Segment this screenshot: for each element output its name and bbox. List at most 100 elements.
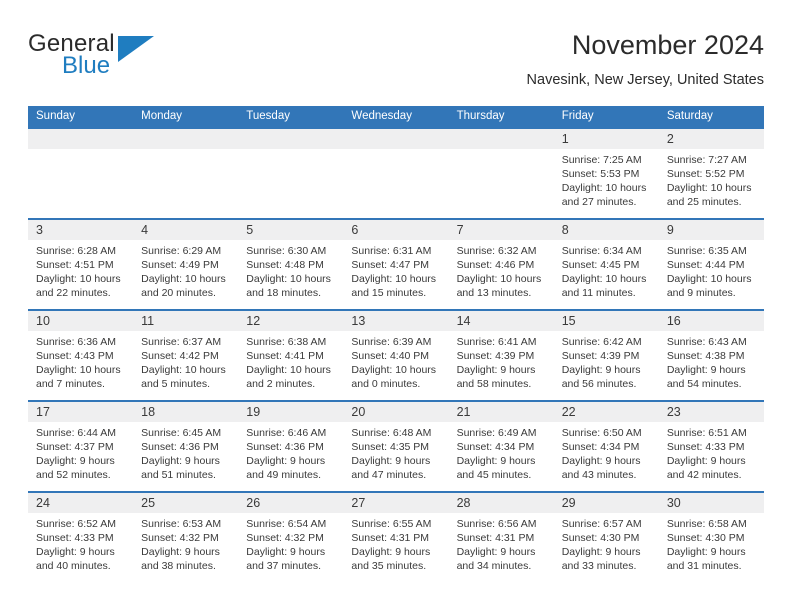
- day-detail-band: Sunrise: 7:25 AM Sunset: 5:53 PM Dayligh…: [28, 149, 764, 218]
- day-cell[interactable]: Sunrise: 6:38 AM Sunset: 4:41 PM Dayligh…: [238, 331, 343, 400]
- sunset-text: Sunset: 5:53 PM: [561, 168, 640, 180]
- day-number-band: 10 11 12 13 14 15 16: [28, 311, 764, 331]
- day-number: 2: [666, 132, 674, 146]
- day-cell[interactable]: Sunrise: 6:34 AM Sunset: 4:45 PM Dayligh…: [554, 240, 659, 309]
- daylight-text-line1: Daylight: 9 hours: [36, 455, 115, 467]
- day-number: [238, 129, 343, 149]
- sunrise-text: Sunrise: 6:56 AM: [456, 518, 537, 530]
- day-number: 14: [456, 314, 471, 328]
- day-cell[interactable]: Sunrise: 6:44 AM Sunset: 4:37 PM Dayligh…: [28, 422, 133, 491]
- calendar-week-row: 3 4 5 6 7 8 9 Sunrise: 6:28 AM Sunset: 4…: [28, 218, 764, 309]
- daylight-text-line2: and 18 minutes.: [246, 287, 321, 299]
- day-cell[interactable]: Sunrise: 6:30 AM Sunset: 4:48 PM Dayligh…: [238, 240, 343, 309]
- sunrise-text: Sunrise: 6:45 AM: [141, 427, 222, 439]
- daylight-text-line2: and 38 minutes.: [141, 560, 216, 572]
- sunset-text: Sunset: 4:30 PM: [666, 532, 745, 544]
- sunrise-text: Sunrise: 6:41 AM: [456, 336, 537, 348]
- day-cell[interactable]: Sunrise: 6:54 AM Sunset: 4:32 PM Dayligh…: [238, 513, 343, 582]
- day-cell[interactable]: Sunrise: 6:35 AM Sunset: 4:44 PM Dayligh…: [659, 240, 764, 309]
- day-cell[interactable]: Sunrise: 6:42 AM Sunset: 4:39 PM Dayligh…: [554, 331, 659, 400]
- day-number: 7: [456, 223, 464, 237]
- day-cell[interactable]: Sunrise: 6:53 AM Sunset: 4:32 PM Dayligh…: [133, 513, 238, 582]
- calendar-week-row: 1 2 Sunrise: 7:25 AM Sunset: 5:53 PM Day…: [28, 127, 764, 218]
- daylight-text-line1: Daylight: 9 hours: [246, 546, 326, 558]
- day-cell[interactable]: Sunrise: 6:31 AM Sunset: 4:47 PM Dayligh…: [343, 240, 448, 309]
- sunrise-text: Sunrise: 6:58 AM: [666, 518, 747, 530]
- general-blue-logo[interactable]: General Blue: [28, 30, 248, 92]
- daylight-text-line1: Daylight: 9 hours: [141, 546, 220, 558]
- day-cell[interactable]: Sunrise: 6:56 AM Sunset: 4:31 PM Dayligh…: [449, 513, 554, 582]
- day-cell[interactable]: Sunrise: 6:43 AM Sunset: 4:38 PM Dayligh…: [659, 331, 764, 400]
- calendar-week-row: 24 25 26 27 28 29 30 Sunrise: 6:52 AM Su…: [28, 491, 764, 582]
- sunrise-text: Sunrise: 6:38 AM: [246, 336, 327, 348]
- sunrise-text: Sunrise: 6:36 AM: [36, 336, 116, 348]
- sunset-text: Sunset: 4:34 PM: [561, 441, 640, 453]
- daylight-text-line2: and 13 minutes.: [456, 287, 532, 299]
- day-cell[interactable]: Sunrise: 6:51 AM Sunset: 4:33 PM Dayligh…: [659, 422, 764, 491]
- day-cell[interactable]: Sunrise: 6:50 AM Sunset: 4:34 PM Dayligh…: [554, 422, 659, 491]
- day-cell[interactable]: Sunrise: 6:45 AM Sunset: 4:36 PM Dayligh…: [133, 422, 238, 491]
- day-cell[interactable]: Sunrise: 6:46 AM Sunset: 4:36 PM Dayligh…: [238, 422, 343, 491]
- day-cell[interactable]: Sunrise: 6:52 AM Sunset: 4:33 PM Dayligh…: [28, 513, 133, 582]
- sunrise-text: Sunrise: 6:57 AM: [561, 518, 642, 530]
- day-cell[interactable]: Sunrise: 6:32 AM Sunset: 4:46 PM Dayligh…: [449, 240, 554, 309]
- day-cell[interactable]: Sunrise: 6:55 AM Sunset: 4:31 PM Dayligh…: [343, 513, 448, 582]
- sunrise-text: Sunrise: 6:42 AM: [561, 336, 642, 348]
- daylight-text-line2: and 45 minutes.: [456, 469, 532, 481]
- sunset-text: Sunset: 4:36 PM: [141, 441, 219, 453]
- daylight-text-line2: and 51 minutes.: [141, 469, 216, 481]
- daylight-text-line2: and 58 minutes.: [456, 378, 532, 390]
- sunset-text: Sunset: 4:49 PM: [141, 259, 219, 271]
- daylight-text-line2: and 22 minutes.: [36, 287, 111, 299]
- day-number: 28: [456, 496, 471, 510]
- sunrise-sunset-calendar: Sunday Monday Tuesday Wednesday Thursday…: [28, 106, 764, 582]
- day-cell[interactable]: [238, 149, 343, 218]
- day-cell[interactable]: Sunrise: 6:39 AM Sunset: 4:40 PM Dayligh…: [343, 331, 448, 400]
- day-cell[interactable]: Sunrise: 6:29 AM Sunset: 4:49 PM Dayligh…: [133, 240, 238, 309]
- sunrise-text: Sunrise: 7:25 AM: [561, 154, 642, 166]
- weekday-header-friday: Friday: [561, 110, 594, 122]
- day-number: 18: [141, 405, 156, 419]
- day-cell[interactable]: Sunrise: 7:25 AM Sunset: 5:53 PM Dayligh…: [554, 149, 659, 218]
- day-cell[interactable]: Sunrise: 6:41 AM Sunset: 4:39 PM Dayligh…: [449, 331, 554, 400]
- day-cell[interactable]: Sunrise: 6:28 AM Sunset: 4:51 PM Dayligh…: [28, 240, 133, 309]
- weekday-header-sunday: Sunday: [36, 110, 76, 122]
- day-number: 19: [246, 405, 261, 419]
- day-cell[interactable]: [343, 149, 448, 218]
- daylight-text-line2: and 9 minutes.: [666, 287, 736, 299]
- daylight-text-line2: and 2 minutes.: [246, 378, 316, 390]
- day-number-band: 3 4 5 6 7 8 9: [28, 220, 764, 240]
- page-subtitle: Navesink, New Jersey, United States: [526, 72, 764, 88]
- day-cell[interactable]: Sunrise: 6:36 AM Sunset: 4:43 PM Dayligh…: [28, 331, 133, 400]
- day-cell[interactable]: Sunrise: 6:49 AM Sunset: 4:34 PM Dayligh…: [449, 422, 554, 491]
- weekday-header-tuesday: Tuesday: [246, 110, 290, 122]
- day-cell[interactable]: Sunrise: 6:58 AM Sunset: 4:30 PM Dayligh…: [659, 513, 764, 582]
- daylight-text-line2: and 49 minutes.: [246, 469, 321, 481]
- day-cell[interactable]: Sunrise: 6:48 AM Sunset: 4:35 PM Dayligh…: [343, 422, 448, 491]
- daylight-text-line2: and 27 minutes.: [561, 196, 637, 208]
- weekday-header-wednesday: Wednesday: [351, 110, 412, 122]
- sunset-text: Sunset: 4:39 PM: [456, 350, 535, 362]
- day-cell[interactable]: [28, 149, 133, 218]
- logo-text-blue: Blue: [62, 52, 111, 79]
- day-number: 20: [351, 405, 366, 419]
- sunset-text: Sunset: 4:35 PM: [351, 441, 430, 453]
- day-number: 13: [351, 314, 366, 328]
- day-cell[interactable]: [449, 149, 554, 218]
- daylight-text-line2: and 54 minutes.: [666, 378, 742, 390]
- day-cell[interactable]: Sunrise: 7:27 AM Sunset: 5:52 PM Dayligh…: [659, 149, 764, 218]
- day-number: [449, 129, 554, 149]
- day-cell[interactable]: [133, 149, 238, 218]
- day-number: 1: [561, 132, 569, 146]
- day-number: 6: [351, 223, 359, 237]
- day-cell[interactable]: Sunrise: 6:37 AM Sunset: 4:42 PM Dayligh…: [133, 331, 238, 400]
- page-title: November 2024: [571, 30, 764, 60]
- daylight-text-line1: Daylight: 10 hours: [351, 364, 437, 376]
- sunrise-text: Sunrise: 6:32 AM: [456, 245, 537, 257]
- daylight-text-line1: Daylight: 10 hours: [36, 364, 121, 376]
- day-number-band: 17 18 19 20 21 22 23: [28, 402, 764, 422]
- logo-triangle-icon: [118, 36, 154, 62]
- day-number: 17: [36, 405, 50, 419]
- day-cell[interactable]: Sunrise: 6:57 AM Sunset: 4:30 PM Dayligh…: [554, 513, 659, 582]
- daylight-text-line2: and 43 minutes.: [561, 469, 637, 481]
